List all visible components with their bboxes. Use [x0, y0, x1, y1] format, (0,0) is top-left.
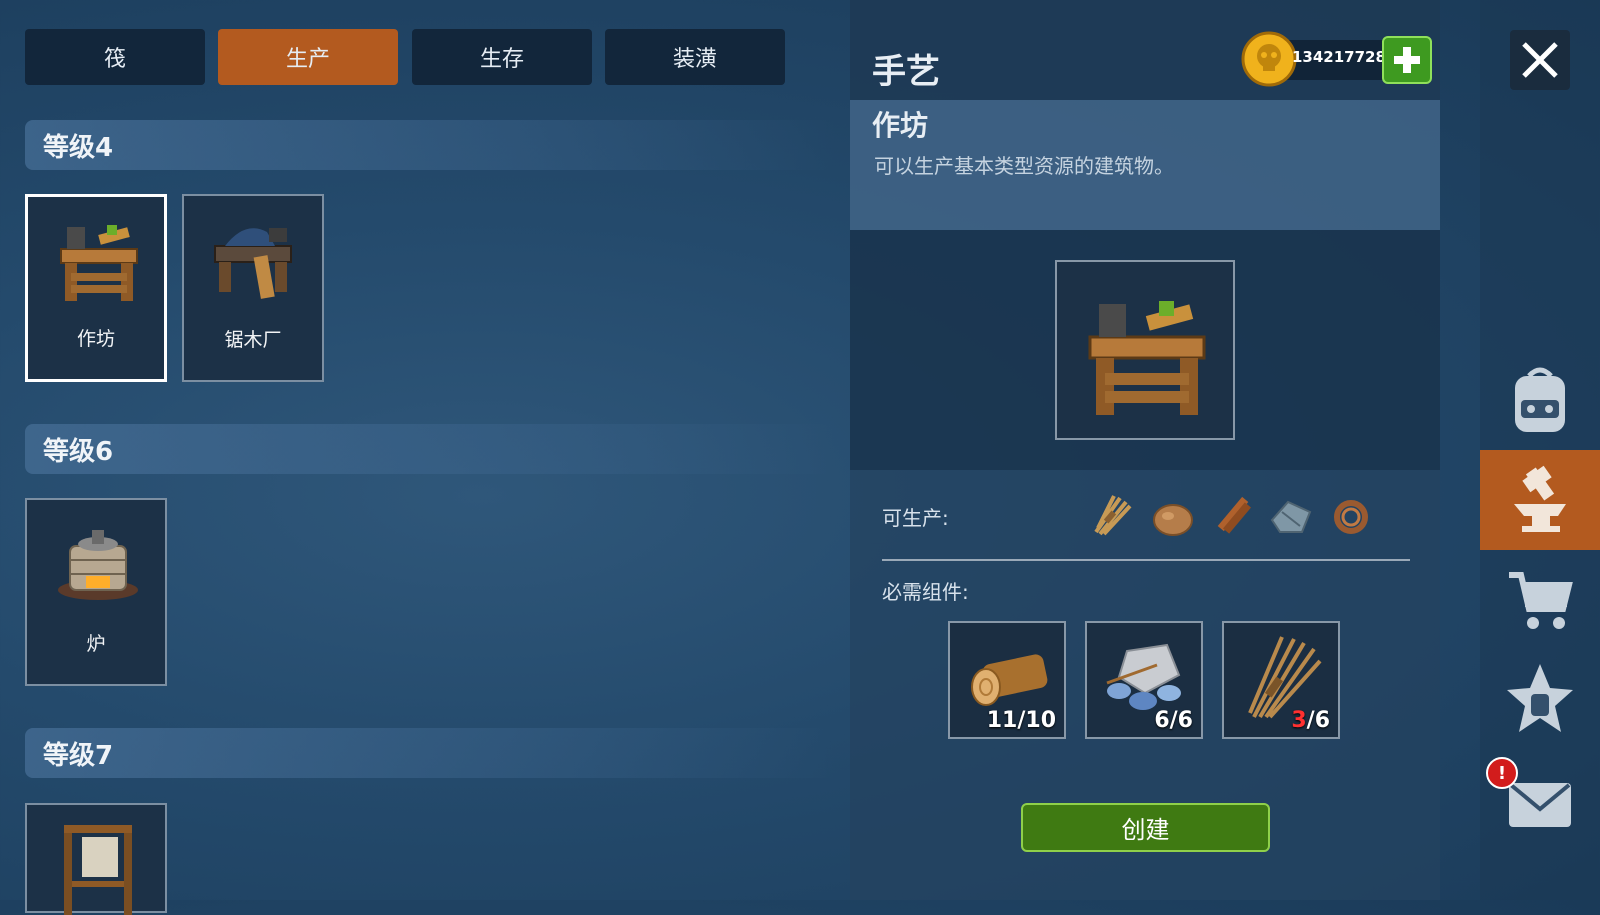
- item-label: 炉: [86, 633, 106, 655]
- requirement-slot-fiber[interactable]: 3/6: [1222, 621, 1340, 739]
- furnace-icon: [58, 530, 138, 600]
- panel-title: 手艺: [872, 52, 940, 92]
- item-card-loom[interactable]: [25, 803, 167, 915]
- close-icon: [1522, 42, 1558, 78]
- requirement-count: 3/6: [1291, 708, 1330, 733]
- mail-icon: [1509, 783, 1571, 827]
- requirement-have: 3: [1291, 708, 1307, 733]
- item-label: 作坊: [76, 328, 115, 350]
- requirement-slot-wood[interactable]: 11/10: [948, 621, 1066, 739]
- tab-raft[interactable]: 筏: [25, 29, 205, 85]
- workshop-icon: [60, 225, 138, 301]
- loom-icon: [64, 825, 132, 915]
- requirement-need: /6: [1306, 708, 1330, 733]
- level-header-7: 等级7: [25, 728, 835, 778]
- currency-amount: 1342177280: [1292, 48, 1397, 66]
- tab-survival[interactable]: 生存: [412, 29, 592, 85]
- item-card-sawmill[interactable]: 锯木厂: [182, 194, 324, 382]
- requirement-slot-plastic[interactable]: 6/6: [1085, 621, 1203, 739]
- item-card-workshop[interactable]: 作坊: [25, 194, 167, 382]
- backpack-icon: [1515, 367, 1565, 432]
- item-preview: [1055, 260, 1235, 440]
- level-header-4: 等级4: [25, 120, 835, 170]
- rope-icon: [1334, 500, 1368, 534]
- sidebar-shop[interactable]: [1480, 550, 1600, 650]
- mail-alert-badge: !: [1486, 757, 1518, 789]
- tab-production[interactable]: 生产: [218, 29, 398, 85]
- sawmill-icon: [214, 228, 292, 299]
- shopping-cart-icon: [1509, 572, 1573, 629]
- requirement-count: 6/6: [1154, 708, 1193, 733]
- level-header-6: 等级6: [25, 424, 835, 474]
- workshop-icon: [1088, 301, 1206, 415]
- item-card-furnace[interactable]: 炉: [25, 498, 167, 686]
- add-currency-button[interactable]: [1382, 36, 1432, 84]
- requirement-count: 11/10: [986, 708, 1056, 733]
- item-label: 锯木厂: [224, 329, 282, 351]
- required-label: 必需组件:: [882, 580, 969, 604]
- skull-coin-icon: [1241, 31, 1297, 87]
- create-button[interactable]: 创建: [1021, 803, 1270, 852]
- clay-lump-icon: [1153, 504, 1193, 536]
- item-description: 可以生产基本类型资源的建筑物。: [874, 154, 1174, 178]
- produce-label: 可生产:: [882, 506, 949, 530]
- wood-plank-icon: [1217, 496, 1251, 534]
- sidebar-crafting-active[interactable]: [1480, 450, 1600, 550]
- close-button[interactable]: [1510, 30, 1570, 90]
- sidebar-achievements[interactable]: [1480, 650, 1600, 750]
- sidebar-backpack[interactable]: [1480, 350, 1600, 450]
- plus-icon: [1394, 47, 1420, 73]
- scrap-metal-icon: [1270, 500, 1312, 533]
- item-name: 作坊: [872, 109, 929, 142]
- fiber-bundle-icon: [1094, 495, 1132, 536]
- tab-decoration[interactable]: 装潢: [605, 29, 785, 85]
- crafting-anvil-icon: [1514, 465, 1566, 532]
- star-fist-icon: [1507, 664, 1573, 732]
- divider: [882, 559, 1410, 561]
